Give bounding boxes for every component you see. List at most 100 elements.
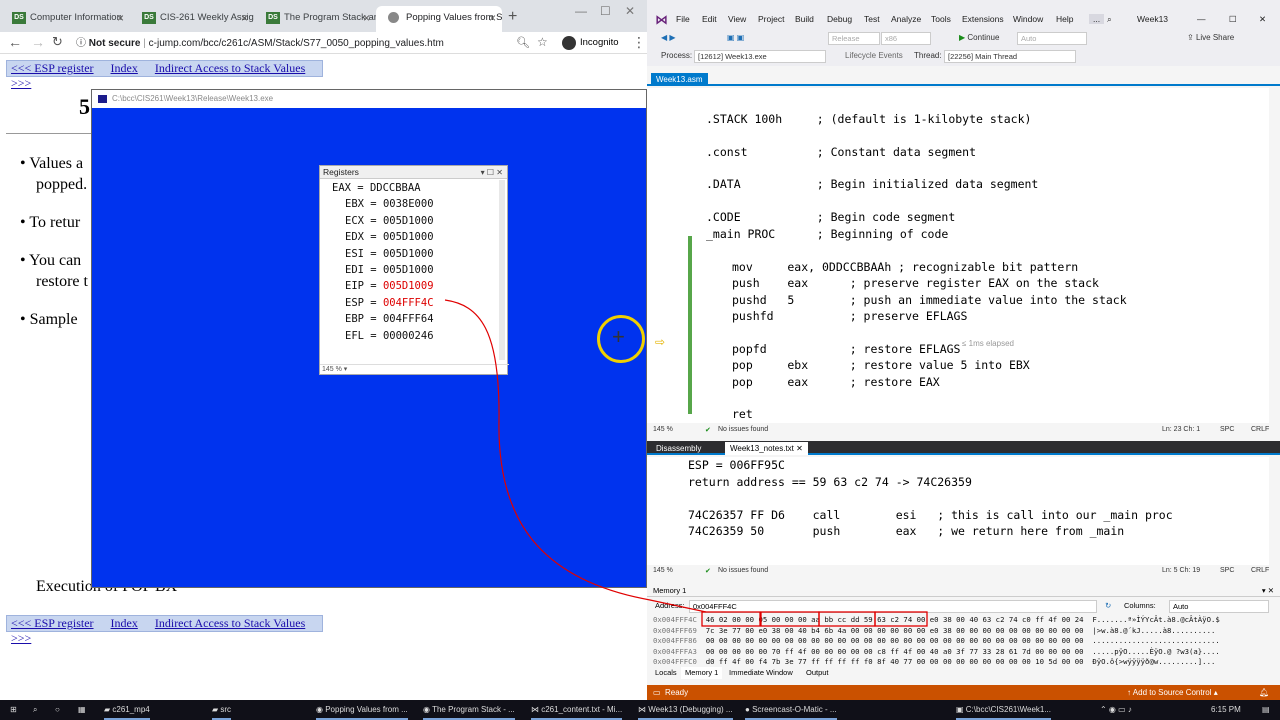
menu-edit[interactable]: Edit [702, 14, 717, 24]
browser-tab-3[interactable]: DS The Program Stack an × [254, 6, 376, 32]
maximize-icon[interactable]: ☐ [1229, 14, 1237, 25]
close-window-icon[interactable]: ✕ [625, 4, 635, 18]
close-window-icon[interactable]: ✕ [1259, 14, 1266, 25]
zoom-value[interactable]: 145 % [653, 567, 673, 574]
crosshair-cursor-icon: + [612, 324, 625, 349]
equals-sign: = [363, 280, 383, 293]
overflow-button[interactable]: ... [1089, 14, 1105, 24]
forward-icon[interactable]: → [31, 34, 45, 50]
index-link[interactable]: Index [111, 61, 138, 75]
tab-immediate[interactable]: Immediate Window [725, 667, 797, 679]
taskbar-item[interactable]: ◉ Popping Values from ... [316, 700, 408, 720]
windows-start-icon[interactable]: ⊞ [10, 700, 17, 720]
menu-tools[interactable]: Tools [931, 14, 951, 24]
taskbar-item[interactable]: ▰ c261_mp4 [104, 700, 150, 720]
close-icon[interactable]: × [241, 6, 248, 30]
notification-bell-icon[interactable]: 🔔︎ [1259, 685, 1269, 700]
close-icon[interactable]: × [363, 6, 370, 30]
zoom-value[interactable]: 145 % [653, 426, 673, 433]
search-icon[interactable]: ⌕ [33, 700, 37, 720]
menu-analyze[interactable]: Analyze [891, 14, 921, 24]
editor-status: 145 % ✔ No issues found Ln: 23 Ch: 1 SPC… [647, 426, 1280, 437]
menu-help[interactable]: Help [1056, 14, 1073, 24]
tab-week13-asm[interactable]: Week13.asm [651, 73, 708, 86]
platform-combo[interactable]: x86 [881, 32, 931, 45]
taskbar-item[interactable]: ⋈ c261_content.txt - Mi... [531, 700, 623, 720]
code-line: .CODE ; Begin code segment [706, 209, 955, 225]
config-combo[interactable]: Release [828, 32, 880, 45]
back-icon[interactable]: ← [8, 34, 22, 50]
index-link[interactable]: Index [111, 616, 138, 630]
live-share-button[interactable]: ⇪ Live Share [1187, 33, 1234, 42]
menu-test[interactable]: Test [864, 14, 880, 24]
console-titlebar: C:\bcc\CIS261\Week13\Release\Week13.exe [92, 90, 646, 108]
tab-output[interactable]: Output [802, 667, 833, 679]
comment-part: ; preserve register EAX on the stack [849, 276, 1099, 290]
nav-back-icon[interactable]: ◀ ▶ [661, 33, 676, 42]
browser-tab-bar: DS Computer Information × DS CIS-261 Wee… [0, 0, 647, 32]
taskbar-item[interactable]: ▰ src [212, 700, 232, 720]
zoom-combo[interactable]: 145 % ▾ [320, 364, 509, 374]
new-tab-icon[interactable]: + [508, 8, 517, 26]
minimize-icon[interactable]: — [575, 4, 587, 18]
close-icon[interactable]: × [117, 6, 124, 30]
lifecycle-events[interactable]: Lifecycle Events [845, 51, 903, 60]
menu-file[interactable]: File [676, 14, 690, 24]
refresh-icon[interactable]: ↻ [1105, 601, 1111, 610]
columns-combo[interactable]: Auto [1169, 600, 1269, 613]
tab-notes[interactable]: Week13_notes.txt ✕ [725, 442, 808, 455]
auto-combo[interactable]: Auto [1017, 32, 1087, 45]
menu-debug[interactable]: Debug [827, 14, 852, 24]
issues-label[interactable]: No issues found [718, 426, 768, 433]
pin-close-icon[interactable]: ▾ ✕ [1262, 585, 1274, 597]
menu-dots-icon[interactable]: ⋮ [632, 34, 646, 51]
code-editor[interactable]: .STACK 100h ; (default is 1-kilobyte sta… [647, 88, 1269, 423]
menu-project[interactable]: Project [758, 14, 784, 24]
notifications-icon[interactable]: ▤ [1262, 700, 1270, 720]
browser-tab-active[interactable]: Popping Values from S × [376, 6, 502, 32]
reload-icon[interactable]: ↻ [52, 34, 63, 50]
thread-combo[interactable]: [22256] Main Thread [944, 50, 1076, 63]
address-input[interactable]: 0x004FFF4C [689, 600, 1097, 613]
memory-dump[interactable]: 0x004FFF4C 46 02 00 00 05 00 00 00 aa bb… [653, 615, 1273, 667]
minimize-icon[interactable]: — [1197, 14, 1206, 24]
code-part: .DATA [706, 177, 817, 191]
issues-label[interactable]: No issues found [718, 567, 768, 574]
tab-memory1[interactable]: Memory 1 [681, 667, 723, 679]
prev-link[interactable]: <<< ESP register [11, 616, 94, 630]
close-icon[interactable]: × [489, 6, 496, 30]
taskbar-item[interactable]: ▣ C:\bcc\CIS261\Week1... [956, 700, 1052, 720]
tab-disassembly[interactable]: Disassembly [651, 442, 706, 455]
address-bar[interactable]: ⓘ Not secure | c-jump.com/bcc/c261c/ASM/… [76, 35, 556, 52]
menu-window[interactable]: Window [1013, 14, 1043, 24]
window-controls-icon[interactable]: ▾ ☐ ✕ [481, 166, 503, 179]
prev-link[interactable]: <<< ESP register [11, 61, 94, 75]
menu-view[interactable]: View [728, 14, 746, 24]
browser-tab-2[interactable]: DS CIS-261 Weekly Assign × [130, 6, 254, 32]
bullet-1-cont: popped. [36, 176, 88, 193]
search-icon[interactable]: ⌕ [1107, 14, 1112, 25]
source-control[interactable]: ↑ Add to Source Control ▴ [1127, 685, 1218, 700]
process-combo[interactable]: [12612] Week13.exe [694, 50, 826, 63]
taskbar-item[interactable]: ⋈ Week13 (Debugging) ... [638, 700, 733, 720]
tray-icons[interactable]: ⌃ ◉ ▭ ♪ [1100, 700, 1132, 720]
maximize-icon[interactable]: ☐ [600, 4, 611, 18]
task-switch-icon[interactable]: ▦ [78, 700, 86, 720]
bookmark-star-icon[interactable]: ☆ [537, 35, 548, 49]
browser-tab-1[interactable]: DS Computer Information × [0, 6, 130, 32]
task-view-icon[interactable]: ○ [55, 700, 60, 720]
taskbar-item[interactable]: ◉ The Program Stack - ... [423, 700, 515, 720]
check-icon: ✔ [705, 568, 711, 575]
menu-extensions[interactable]: Extensions [962, 14, 1004, 24]
taskbar-item[interactable]: ● Screencast-O-Matic - ... [745, 700, 837, 720]
notes-editor[interactable]: ESP = 006FF95C return address == 59 63 c2… [647, 457, 1269, 565]
zoom-icon[interactable]: 🔍︎ [516, 36, 530, 49]
continue-button[interactable]: ▶ Continue [959, 33, 999, 42]
scrollbar[interactable] [499, 180, 505, 360]
menu-build[interactable]: Build [795, 14, 814, 24]
register-value: 004FFF4C [382, 296, 434, 309]
registers-window[interactable]: Registers ▾ ☐ ✕ EAX = DDCCBBAA EBX = 0038… [319, 165, 509, 375]
save-icon[interactable]: ▣ ▣ [727, 33, 744, 42]
code-part: _main PROC [706, 227, 817, 241]
tab-locals[interactable]: Locals [651, 667, 681, 679]
